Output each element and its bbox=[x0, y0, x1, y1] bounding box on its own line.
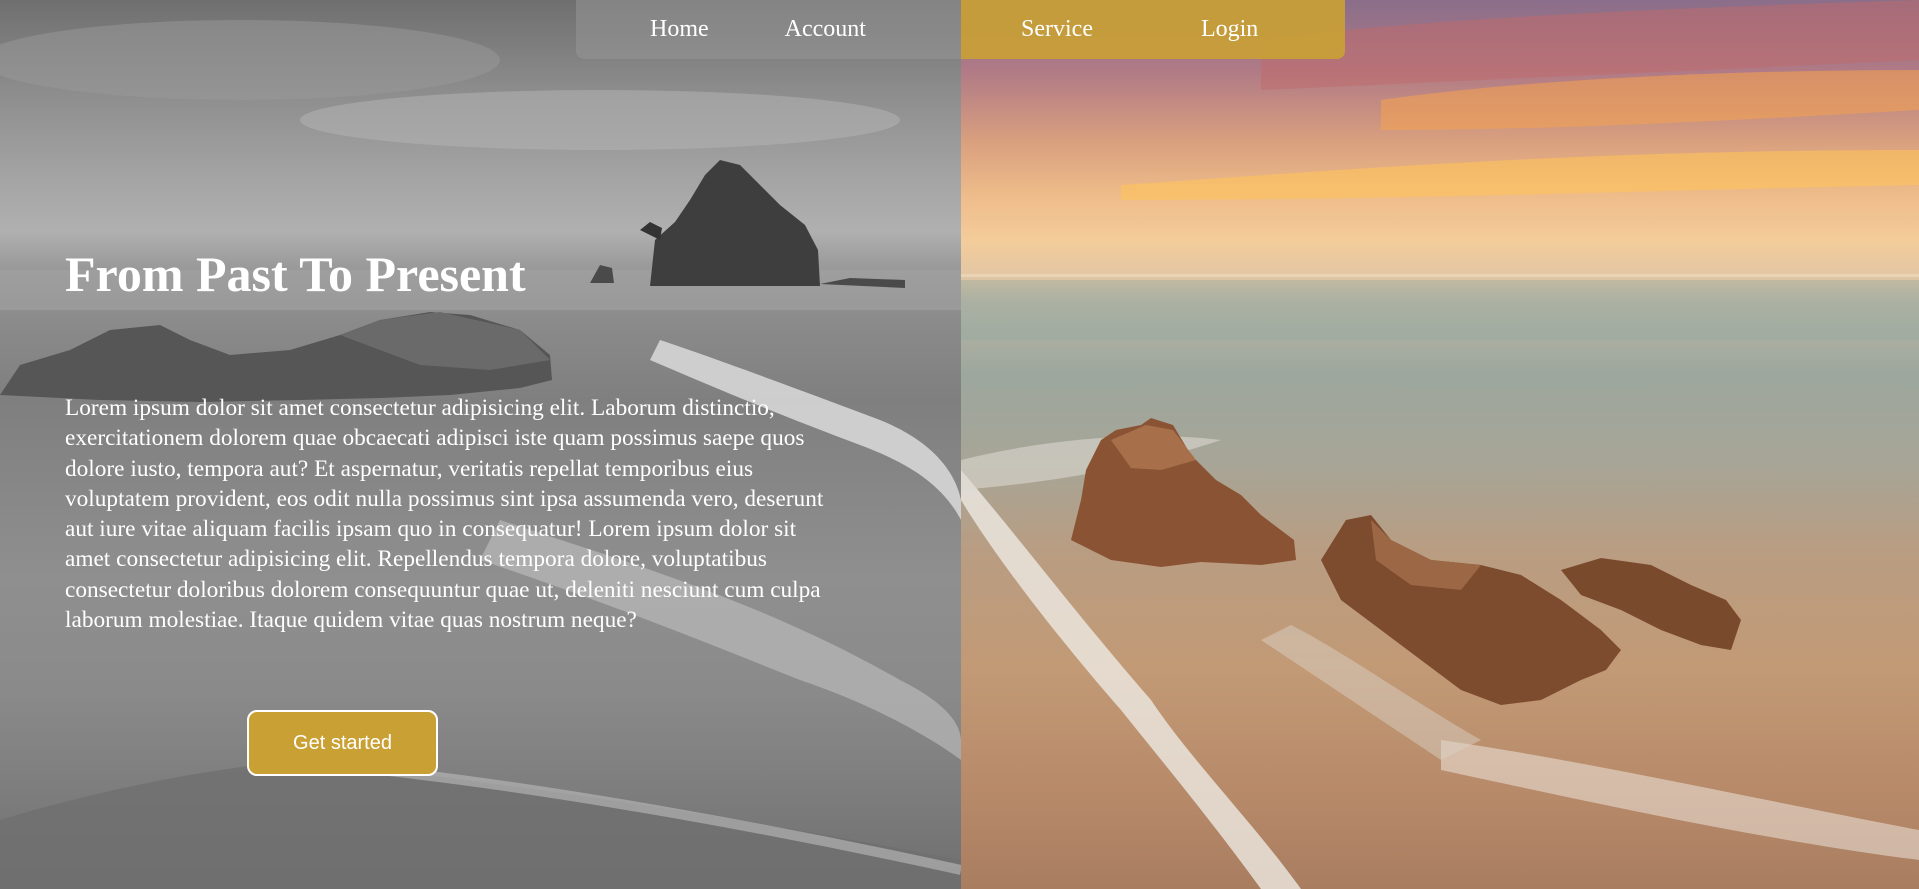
nav-link-home[interactable]: Home bbox=[650, 16, 709, 43]
get-started-button[interactable]: Get started bbox=[247, 710, 438, 776]
nav-left-panel: Home Account bbox=[576, 0, 961, 59]
hero-section: Home Account Service Login From Past To … bbox=[0, 0, 1919, 889]
top-navigation: Home Account Service Login bbox=[576, 0, 1345, 59]
hero-description: Lorem ipsum dolor sit amet consectetur a… bbox=[65, 395, 824, 634]
nav-link-login[interactable]: Login bbox=[1201, 16, 1258, 43]
nav-right-panel: Service Login bbox=[961, 0, 1345, 59]
beach-scene-color bbox=[961, 0, 1919, 889]
nav-link-service[interactable]: Service bbox=[1021, 16, 1093, 43]
background-photo-color bbox=[961, 0, 1919, 889]
hero-title: From Past To Present bbox=[65, 246, 526, 302]
nav-link-account[interactable]: Account bbox=[785, 16, 866, 43]
